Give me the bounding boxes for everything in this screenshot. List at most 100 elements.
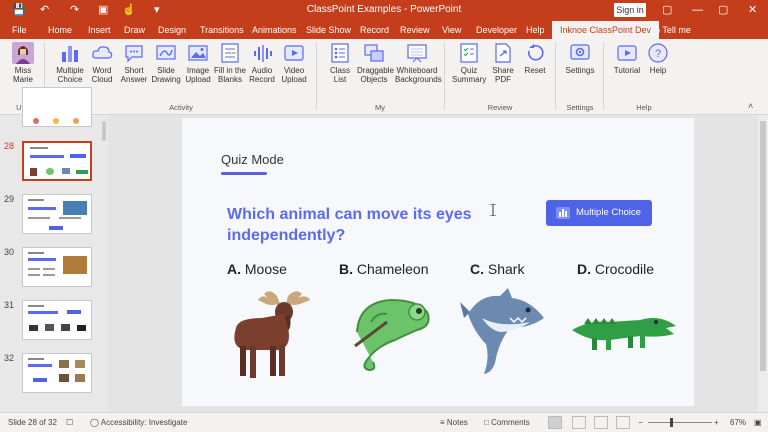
share-pdf-button[interactable]: Share PDF bbox=[486, 42, 520, 84]
vertical-scrollbar[interactable] bbox=[758, 115, 768, 412]
tab-review[interactable]: Review bbox=[400, 23, 430, 37]
fill-blanks-icon bbox=[221, 43, 239, 63]
thumbnail-slide-29[interactable]: 29 bbox=[0, 194, 108, 242]
bar-chart-icon bbox=[556, 207, 570, 219]
moose-illustration bbox=[234, 291, 310, 378]
user-profile-button[interactable]: Miss Marie bbox=[6, 42, 40, 84]
slide-thumbnail-pane: 28 29 30 31 32 bbox=[0, 87, 108, 412]
multiple-choice-button[interactable]: Multiple Choice bbox=[546, 200, 652, 226]
ribbon-display-icon[interactable]: ▢ bbox=[662, 2, 672, 18]
zoom-in-icon[interactable]: + bbox=[714, 418, 719, 427]
tell-me-search[interactable]: ◯ Tell me bbox=[650, 23, 691, 37]
collapse-ribbon-icon[interactable]: ˄ bbox=[748, 101, 753, 111]
slide-thumbnail bbox=[22, 300, 92, 340]
slide-thumbnail bbox=[22, 141, 92, 181]
group-separator bbox=[316, 43, 317, 109]
ribbon-tabs: File Home Insert Draw Design Transitions… bbox=[0, 20, 768, 39]
accessibility-status[interactable]: ◯ Accessibility: Investigate bbox=[90, 418, 187, 427]
tab-file[interactable]: File bbox=[12, 23, 27, 37]
slide-show-view-button[interactable] bbox=[616, 416, 630, 429]
slide-drawing-button[interactable]: Slide Drawing bbox=[149, 42, 183, 84]
fill-in-the-blanks-button[interactable]: Fill in the Blanks bbox=[213, 42, 247, 84]
group-label-settings: Settings bbox=[566, 103, 594, 112]
zoom-out-icon[interactable]: − bbox=[638, 418, 643, 427]
option-a: A. Moose bbox=[227, 261, 287, 277]
thumbnail-scrollbar[interactable] bbox=[102, 121, 106, 141]
draggable-objects-button[interactable]: Draggable Objects bbox=[357, 42, 394, 84]
tab-help[interactable]: Help bbox=[526, 23, 545, 37]
short-answer-button[interactable]: Short Answer bbox=[117, 42, 151, 84]
svg-text:?: ? bbox=[655, 48, 661, 60]
slide-sorter-view-button[interactable] bbox=[572, 416, 586, 429]
tutorial-button[interactable]: Tutorial bbox=[610, 42, 644, 75]
thumbnail-slide-32[interactable]: 32 bbox=[0, 353, 108, 401]
scrollbar-thumb[interactable] bbox=[760, 121, 766, 371]
group-label-help: Help bbox=[636, 103, 652, 112]
tab-inknoe-classpoint-dev[interactable]: Inknoe ClassPoint Dev bbox=[552, 21, 660, 39]
word-cloud-icon bbox=[92, 46, 113, 59]
title-underline bbox=[221, 172, 267, 175]
slide-title: Quiz Mode bbox=[221, 152, 284, 167]
group-label-my: My bbox=[375, 103, 385, 112]
slide-thumbnail bbox=[22, 87, 92, 127]
whiteboard-backgrounds-button[interactable]: Whiteboard Backgrounds bbox=[395, 42, 442, 84]
group-label-review: Review bbox=[487, 103, 513, 112]
thumbnail-slide-30[interactable]: 30 bbox=[0, 247, 108, 295]
reset-icon bbox=[527, 44, 544, 61]
multiple-choice-icon bbox=[62, 46, 78, 62]
group-separator bbox=[444, 43, 445, 109]
quiz-summary-icon bbox=[460, 43, 478, 63]
tab-view[interactable]: View bbox=[442, 23, 461, 37]
group-separator bbox=[603, 43, 604, 109]
tab-developer[interactable]: Developer bbox=[476, 23, 517, 37]
chameleon-illustration bbox=[354, 298, 430, 372]
option-c: C. Shark bbox=[470, 261, 525, 277]
tab-transitions[interactable]: Transitions bbox=[200, 23, 244, 37]
zoom-slider[interactable] bbox=[648, 422, 712, 423]
class-list-button[interactable]: Class List bbox=[323, 42, 357, 84]
normal-view-button[interactable] bbox=[548, 416, 562, 429]
document-title: ClassPoint Examples - PowerPoint bbox=[306, 4, 462, 15]
tab-design[interactable]: Design bbox=[158, 23, 186, 37]
slide-thumbnail bbox=[22, 194, 92, 234]
reset-button[interactable]: Reset bbox=[518, 42, 552, 75]
notes-button[interactable]: ≡ Notes bbox=[440, 418, 468, 427]
text-cursor-icon bbox=[490, 204, 496, 216]
option-d: D. Crocodile bbox=[577, 261, 655, 277]
fit-to-window-icon[interactable]: ▣ bbox=[754, 418, 762, 427]
quiz-summary-button[interactable]: Quiz Summary bbox=[452, 42, 486, 84]
slide-canvas[interactable]: Quiz Mode Which animal can move its eyes… bbox=[182, 118, 694, 406]
tab-home[interactable]: Home bbox=[48, 23, 72, 37]
multiple-choice-button[interactable]: Multiple Choice bbox=[53, 42, 87, 84]
thumbnail-slide-31[interactable]: 31 bbox=[0, 300, 108, 348]
share-pdf-icon bbox=[495, 43, 511, 63]
crocodile-illustration bbox=[572, 318, 676, 350]
tab-record[interactable]: Record bbox=[360, 23, 389, 37]
audio-record-button[interactable]: Audio Record bbox=[245, 42, 279, 84]
title-bar: 💾 ↶ ↷ ▣ ☝ ▾ ClassPoint Examples - PowerP… bbox=[0, 0, 768, 20]
tab-insert[interactable]: Insert bbox=[88, 23, 111, 37]
video-upload-icon bbox=[284, 45, 304, 61]
reading-view-button[interactable] bbox=[594, 416, 608, 429]
thumbnail-slide-28[interactable]: 28 bbox=[0, 141, 108, 189]
help-button[interactable]: ? Help bbox=[641, 42, 675, 75]
tab-draw[interactable]: Draw bbox=[124, 23, 145, 37]
tab-animations[interactable]: Animations bbox=[252, 23, 297, 37]
option-b: B. Chameleon bbox=[339, 261, 429, 277]
comments-button[interactable]: □ Comments bbox=[484, 418, 530, 427]
image-upload-button[interactable]: Image Upload bbox=[181, 42, 215, 84]
tab-slide-show[interactable]: Slide Show bbox=[306, 23, 351, 37]
zoom-slider-thumb[interactable] bbox=[670, 418, 673, 427]
word-cloud-button[interactable]: Word Cloud bbox=[85, 42, 119, 84]
minimize-icon[interactable]: — bbox=[692, 2, 703, 18]
maximize-icon[interactable]: ▢ bbox=[718, 2, 728, 18]
zoom-level[interactable]: 67% bbox=[730, 418, 746, 427]
close-icon[interactable]: ✕ bbox=[748, 2, 757, 18]
comment-icon: □ bbox=[484, 418, 489, 427]
spelling-check-icon[interactable]: ☐ bbox=[66, 418, 73, 427]
video-upload-button[interactable]: Video Upload bbox=[277, 42, 311, 84]
sign-in-button[interactable]: Sign in bbox=[614, 3, 646, 17]
whiteboard-icon bbox=[407, 44, 427, 63]
settings-button[interactable]: Settings bbox=[563, 42, 597, 75]
class-list-icon bbox=[331, 43, 349, 63]
